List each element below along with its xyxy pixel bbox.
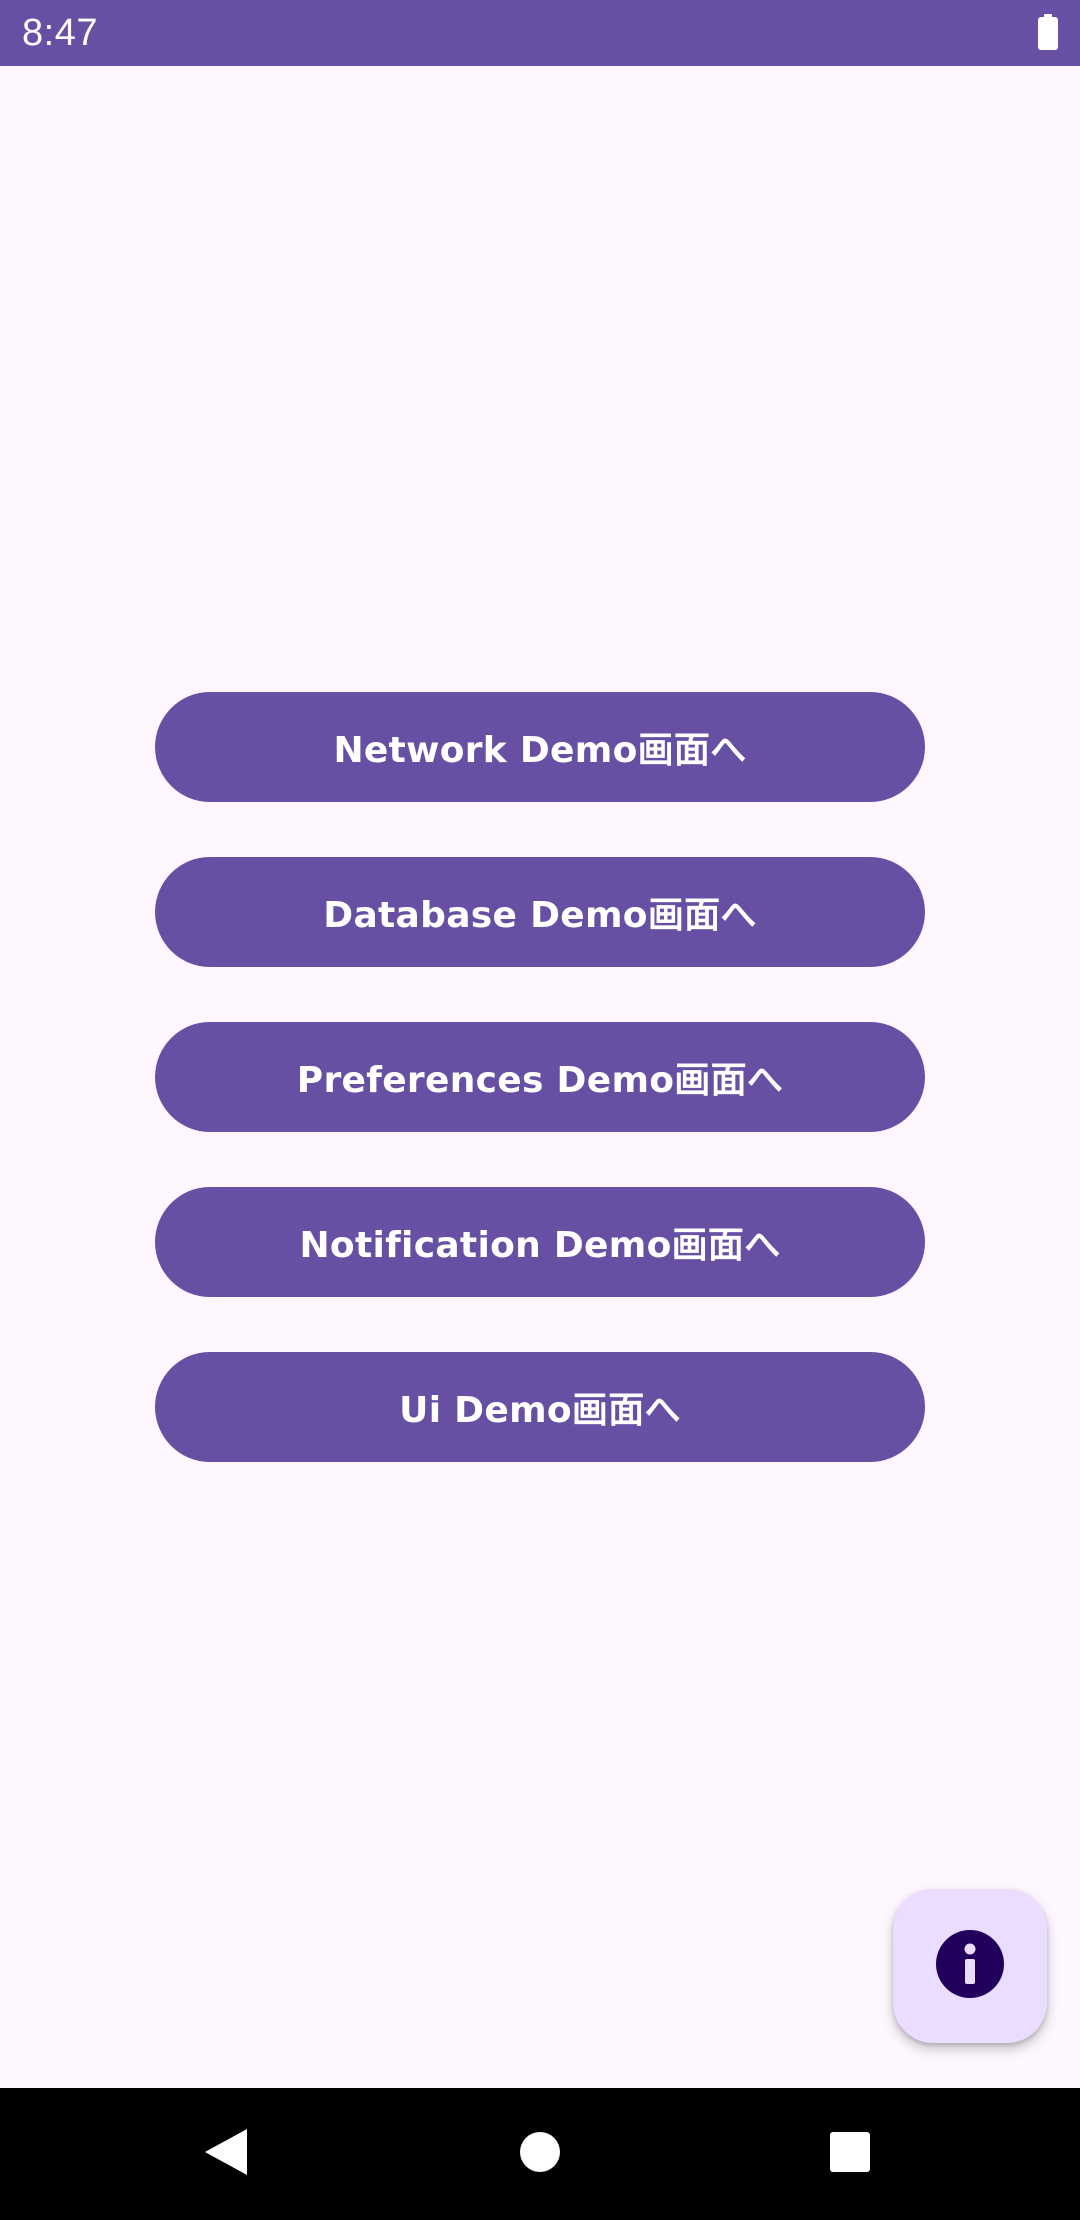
nav-back-button[interactable] bbox=[160, 2088, 292, 2220]
database-demo-button[interactable]: Database Demo画面へ bbox=[155, 857, 925, 967]
nav-home-button[interactable] bbox=[474, 2088, 606, 2220]
notification-demo-button[interactable]: Notification Demo画面へ bbox=[155, 1187, 925, 1297]
ui-demo-button[interactable]: Ui Demo画面へ bbox=[155, 1352, 925, 1462]
home-circle-icon bbox=[520, 2131, 560, 2177]
network-demo-button[interactable]: Network Demo画面へ bbox=[155, 692, 925, 802]
preferences-demo-button[interactable]: Preferences Demo画面へ bbox=[155, 1022, 925, 1132]
nav-recents-button[interactable] bbox=[784, 2088, 916, 2220]
demo-button-list: Network Demo画面へ Database Demo画面へ Prefere… bbox=[155, 692, 925, 1517]
status-bar: 8:47 bbox=[0, 0, 1080, 66]
navigation-bar bbox=[0, 2088, 1080, 2220]
info-fab-button[interactable] bbox=[893, 1889, 1047, 2043]
status-time: 8:47 bbox=[22, 12, 98, 54]
recents-square-icon bbox=[830, 2131, 870, 2177]
back-triangle-icon bbox=[205, 2128, 247, 2180]
info-icon bbox=[936, 1929, 1004, 2003]
battery-full-icon bbox=[1038, 14, 1058, 50]
